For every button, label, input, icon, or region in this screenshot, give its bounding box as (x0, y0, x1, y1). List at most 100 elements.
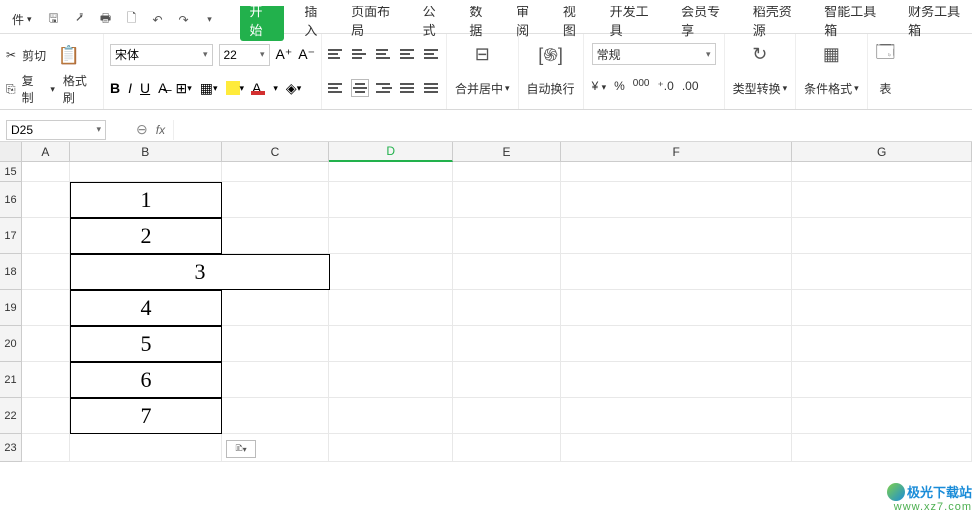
cell[interactable] (792, 182, 972, 218)
magnifier-icon[interactable]: ⊖ (136, 121, 148, 138)
cell[interactable] (792, 290, 972, 326)
grid-area[interactable]: 15 16 17 18 19 20 21 22 23 1 2 3 4 5 6 7 (0, 162, 972, 462)
cell-b20[interactable]: 5 (70, 326, 222, 362)
chevron-down-icon[interactable]: ▾ (50, 84, 55, 95)
row-header-19[interactable]: 19 (0, 290, 22, 326)
undo-icon[interactable]: ↶ (150, 12, 166, 28)
cell[interactable] (329, 434, 453, 462)
increase-font-icon[interactable]: A⁺ (276, 46, 293, 63)
cell[interactable] (792, 326, 972, 362)
cell-b18-merged[interactable]: 3 (70, 254, 330, 290)
copy-label[interactable]: 复制 (22, 72, 45, 106)
cond-format-button[interactable]: 条件格式▾ (804, 72, 859, 106)
cond-format-icon[interactable]: ▦ (823, 38, 840, 72)
cell[interactable] (329, 398, 453, 434)
cell-b17[interactable]: 2 (70, 218, 222, 254)
table-format-button[interactable]: 表 (879, 72, 891, 106)
cell[interactable] (561, 362, 793, 398)
cell-b19[interactable]: 4 (70, 290, 222, 326)
decrease-decimal-icon[interactable]: .00 (682, 79, 699, 93)
row-header-15[interactable]: 15 (0, 162, 22, 182)
increase-indent-icon[interactable] (424, 46, 440, 62)
paste-options-button[interactable]: 🗈▾ (226, 440, 256, 458)
type-convert-icon[interactable]: ↻ (752, 38, 767, 72)
cell[interactable] (792, 398, 972, 434)
cell[interactable] (561, 290, 793, 326)
cut-label[interactable]: 剪切 (22, 47, 46, 64)
font-name-combo[interactable]: 宋体 ▾ (110, 44, 213, 66)
cell[interactable] (22, 162, 70, 182)
name-box[interactable]: D25 ▾ (6, 120, 106, 140)
comma-icon[interactable]: 000 (633, 78, 650, 94)
row-header-20[interactable]: 20 (0, 326, 22, 362)
cell[interactable] (329, 254, 453, 290)
formula-input[interactable] (173, 120, 972, 140)
cell[interactable] (22, 362, 70, 398)
cell[interactable] (453, 290, 561, 326)
cell-style-button[interactable]: ▦▾ (200, 80, 218, 97)
currency-icon[interactable]: ¥ ▾ (592, 79, 607, 93)
cell[interactable] (561, 218, 793, 254)
cell[interactable] (329, 290, 453, 326)
cell[interactable] (329, 182, 453, 218)
cell[interactable] (22, 254, 70, 290)
cell[interactable] (453, 434, 561, 462)
increase-decimal-icon[interactable]: ⁺.0 (657, 79, 673, 93)
cell[interactable] (329, 326, 453, 362)
cell[interactable] (453, 218, 561, 254)
decrease-indent-icon[interactable] (400, 46, 416, 62)
select-all-corner[interactable] (0, 142, 22, 162)
col-header-c[interactable]: C (222, 142, 330, 162)
cell[interactable] (22, 398, 70, 434)
row-header-16[interactable]: 16 (0, 182, 22, 218)
cell[interactable] (22, 434, 70, 462)
cell[interactable] (222, 182, 330, 218)
cell[interactable] (222, 398, 330, 434)
cell[interactable] (22, 182, 70, 218)
col-header-b[interactable]: B (70, 142, 222, 162)
font-size-combo[interactable]: 22 ▾ (219, 44, 270, 66)
cell[interactable] (222, 362, 330, 398)
merge-icon[interactable]: ⊟ (475, 38, 490, 72)
preview-icon[interactable]: 🗋 (124, 12, 140, 28)
redo-icon[interactable]: ↷ (176, 12, 192, 28)
cell[interactable] (561, 182, 793, 218)
number-format-combo[interactable]: 常规 ▾ (592, 43, 716, 65)
cell[interactable] (561, 398, 793, 434)
cell-b21[interactable]: 6 (70, 362, 222, 398)
cell[interactable] (70, 434, 222, 462)
align-middle-icon[interactable] (352, 46, 368, 62)
cell[interactable] (561, 326, 793, 362)
row-header-22[interactable]: 22 (0, 398, 22, 434)
cell[interactable] (329, 362, 453, 398)
cell[interactable] (70, 162, 222, 182)
row-header-23[interactable]: 23 (0, 434, 22, 462)
cell[interactable] (329, 162, 453, 182)
cell[interactable] (22, 218, 70, 254)
merge-center-button[interactable]: 合并居中▾ (455, 72, 510, 106)
cell[interactable] (222, 290, 330, 326)
print-icon[interactable]: 🖶 (98, 12, 114, 28)
wrap-text-button[interactable]: 自动换行 (527, 72, 575, 106)
decrease-font-icon[interactable]: A⁻ (298, 46, 315, 63)
cell[interactable] (22, 290, 70, 326)
cell[interactable] (561, 162, 793, 182)
cell[interactable] (453, 398, 561, 434)
cell[interactable] (792, 362, 972, 398)
cell[interactable] (222, 326, 330, 362)
table-icon[interactable]: 🗔 (876, 38, 896, 72)
cell[interactable] (561, 254, 793, 290)
percent-icon[interactable]: % (614, 79, 625, 93)
border-button[interactable]: ⊞▾ (175, 80, 191, 97)
cell[interactable] (453, 182, 561, 218)
col-header-e[interactable]: E (453, 142, 561, 162)
wrap-icon[interactable]: [֍] (538, 38, 563, 72)
fx-label[interactable]: fx (156, 123, 165, 137)
row-header-21[interactable]: 21 (0, 362, 22, 398)
cell[interactable] (453, 162, 561, 182)
tab-finance-tools[interactable]: 财务工具箱 (906, 0, 972, 41)
open-icon[interactable]: ⭷ (72, 12, 88, 28)
cell[interactable] (222, 218, 330, 254)
clear-format-button[interactable]: ◈▾ (286, 80, 301, 97)
cell-b22[interactable]: 7 (70, 398, 222, 434)
